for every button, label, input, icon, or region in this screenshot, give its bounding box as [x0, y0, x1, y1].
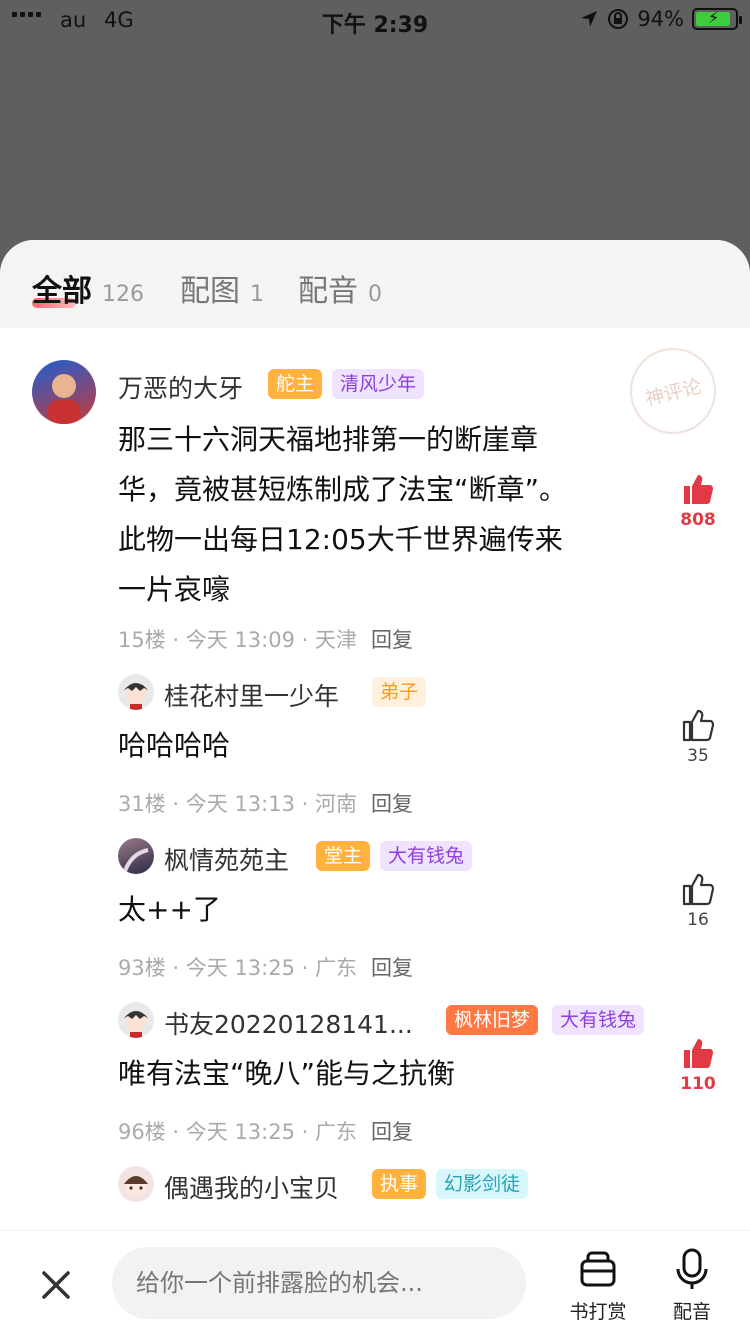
floor-number: 96楼 — [118, 1120, 166, 1144]
rank-badge: 舵主 — [268, 369, 323, 399]
comment-line: 一片哀嚎 — [118, 573, 231, 606]
tabs-bar: 全部 126 配图 1 配音 0 — [0, 240, 750, 328]
tab-all-label: 全部 — [32, 274, 92, 309]
reply-button[interactable]: 回复 — [371, 956, 413, 980]
book-reward-label: 书打赏 — [569, 1301, 627, 1323]
comment-line: 太++了 — [118, 893, 221, 926]
comment-time: 今天 13:25 — [185, 1120, 295, 1144]
comment-meta: 31楼 · 今天 13:13 · 河南 回复 — [118, 792, 413, 816]
thumbs-up-outline-icon — [682, 709, 715, 742]
title-badge: 大有钱兔 — [552, 1005, 645, 1035]
tab-images-count: 1 — [250, 282, 264, 307]
avatar-image — [122, 848, 149, 874]
comment-location: 天津 — [315, 628, 357, 652]
rotation-lock-icon — [608, 9, 629, 29]
rank-badge: 堂主 — [316, 841, 371, 871]
top-comment-stamp: 神评论 — [620, 338, 726, 444]
floor-number: 15楼 — [118, 628, 166, 652]
comment-location: 河南 — [315, 792, 357, 816]
comment-text: 太++了 — [118, 885, 221, 935]
tab-all-count: 126 — [102, 282, 144, 307]
comment-line: 那三十六洞天福地排第一的断崖章 — [118, 423, 539, 456]
comment-meta: 96楼 · 今天 13:25 · 广东 回复 — [118, 1120, 413, 1144]
reply-button[interactable]: 回复 — [371, 792, 413, 816]
location-icon — [581, 11, 598, 27]
comment-line: 此物一出每日12:05大千世界遍传来 — [118, 523, 563, 556]
comment-time: 今天 13:09 — [185, 628, 295, 652]
tab-voice[interactable]: 配音 0 — [298, 266, 382, 310]
comment-text: 那三十六洞天福地排第一的断崖章 华，竟被甚短炼制成了法宝“断章”。 此物一出每日… — [118, 415, 567, 615]
comment-text: 唯有法宝“晚八”能与之抗衡 — [118, 1049, 455, 1099]
avatar-image — [124, 683, 148, 710]
tab-voice-label: 配音 — [298, 274, 358, 309]
like-count: 110 — [680, 1074, 716, 1094]
avatar[interactable] — [118, 1002, 154, 1038]
comment-input-bar: 书打赏 配音 — [0, 1230, 750, 1334]
comment-line: 华，竟被甚短炼制成了法宝“断章”。 — [118, 473, 568, 506]
status-bar: au 4G 下午 2:39 94% ⚡ — [0, 0, 750, 40]
battery-percent: 94% — [637, 7, 684, 31]
floor-number: 93楼 — [118, 956, 166, 980]
gift-ticket-icon — [580, 1251, 616, 1287]
comment-location: 广东 — [315, 1120, 357, 1144]
rank-badge: 执事 — [372, 1169, 427, 1199]
rank-badge: 弟子 — [372, 677, 427, 707]
username[interactable]: 枫情苑苑主 — [164, 841, 289, 877]
battery-icon: ⚡ — [692, 8, 742, 30]
title-badge: 清风少年 — [332, 369, 425, 399]
avatar[interactable] — [118, 1166, 154, 1202]
tab-images-label: 配图 — [180, 274, 240, 309]
like-count: 808 — [680, 510, 716, 530]
comment-time: 今天 13:25 — [185, 956, 295, 980]
avatar[interactable] — [118, 838, 154, 874]
book-reward-button[interactable]: 书打赏 — [558, 1247, 638, 1324]
comment-time: 今天 13:13 — [185, 792, 295, 816]
username[interactable]: 书友20220128141... — [164, 1005, 413, 1041]
floor-number: 31楼 — [118, 792, 166, 816]
thumbs-up-icon — [684, 1039, 713, 1068]
title-badge: 幻影剑徒 — [436, 1169, 529, 1199]
close-icon[interactable] — [36, 1265, 76, 1305]
comment-line: 唯有法宝“晚八”能与之抗衡 — [118, 1057, 456, 1090]
avatar-image — [124, 1175, 148, 1197]
status-right: 94% ⚡ — [579, 7, 742, 31]
comment-input[interactable] — [112, 1247, 526, 1319]
microphone-icon — [676, 1248, 708, 1289]
like-count: 16 — [687, 910, 709, 930]
like-button[interactable]: 110 — [668, 1036, 728, 1094]
avatar-image — [124, 1011, 148, 1038]
comment-meta: 15楼 · 今天 13:09 · 天津 回复 — [118, 628, 413, 652]
username[interactable]: 偶遇我的小宝贝 — [164, 1169, 339, 1205]
like-button[interactable]: 808 — [668, 472, 728, 530]
like-count: 35 — [687, 746, 709, 766]
reply-button[interactable]: 回复 — [371, 1120, 413, 1144]
tab-voice-count: 0 — [368, 282, 382, 307]
comments-sheet: 全部 126 配图 1 配音 0 神评论 万恶的大牙 舵主 清风少年 那三十六洞… — [0, 240, 750, 1334]
comment-text: 哈哈哈哈 — [118, 721, 230, 771]
rank-badge: 枫林旧梦 — [446, 1005, 539, 1035]
voice-button[interactable]: 配音 — [652, 1247, 732, 1324]
username[interactable]: 万恶的大牙 — [118, 369, 243, 405]
like-button[interactable]: 35 — [668, 708, 728, 766]
tab-all[interactable]: 全部 126 — [32, 266, 144, 310]
title-badge: 大有钱兔 — [380, 841, 473, 871]
voice-label: 配音 — [672, 1301, 711, 1323]
comment-line: 哈哈哈哈 — [118, 729, 231, 762]
thumbs-up-outline-icon — [682, 873, 715, 906]
avatar-image — [48, 374, 80, 424]
username[interactable]: 桂花村里一少年 — [164, 677, 339, 713]
avatar[interactable] — [32, 360, 96, 424]
tab-images[interactable]: 配图 1 — [180, 266, 264, 310]
thumbs-up-icon — [684, 475, 713, 504]
reply-button[interactable]: 回复 — [371, 628, 413, 652]
comment-location: 广东 — [315, 956, 357, 980]
like-button[interactable]: 16 — [668, 872, 728, 930]
comment-meta: 93楼 · 今天 13:25 · 广东 回复 — [118, 956, 413, 980]
avatar[interactable] — [118, 674, 154, 710]
